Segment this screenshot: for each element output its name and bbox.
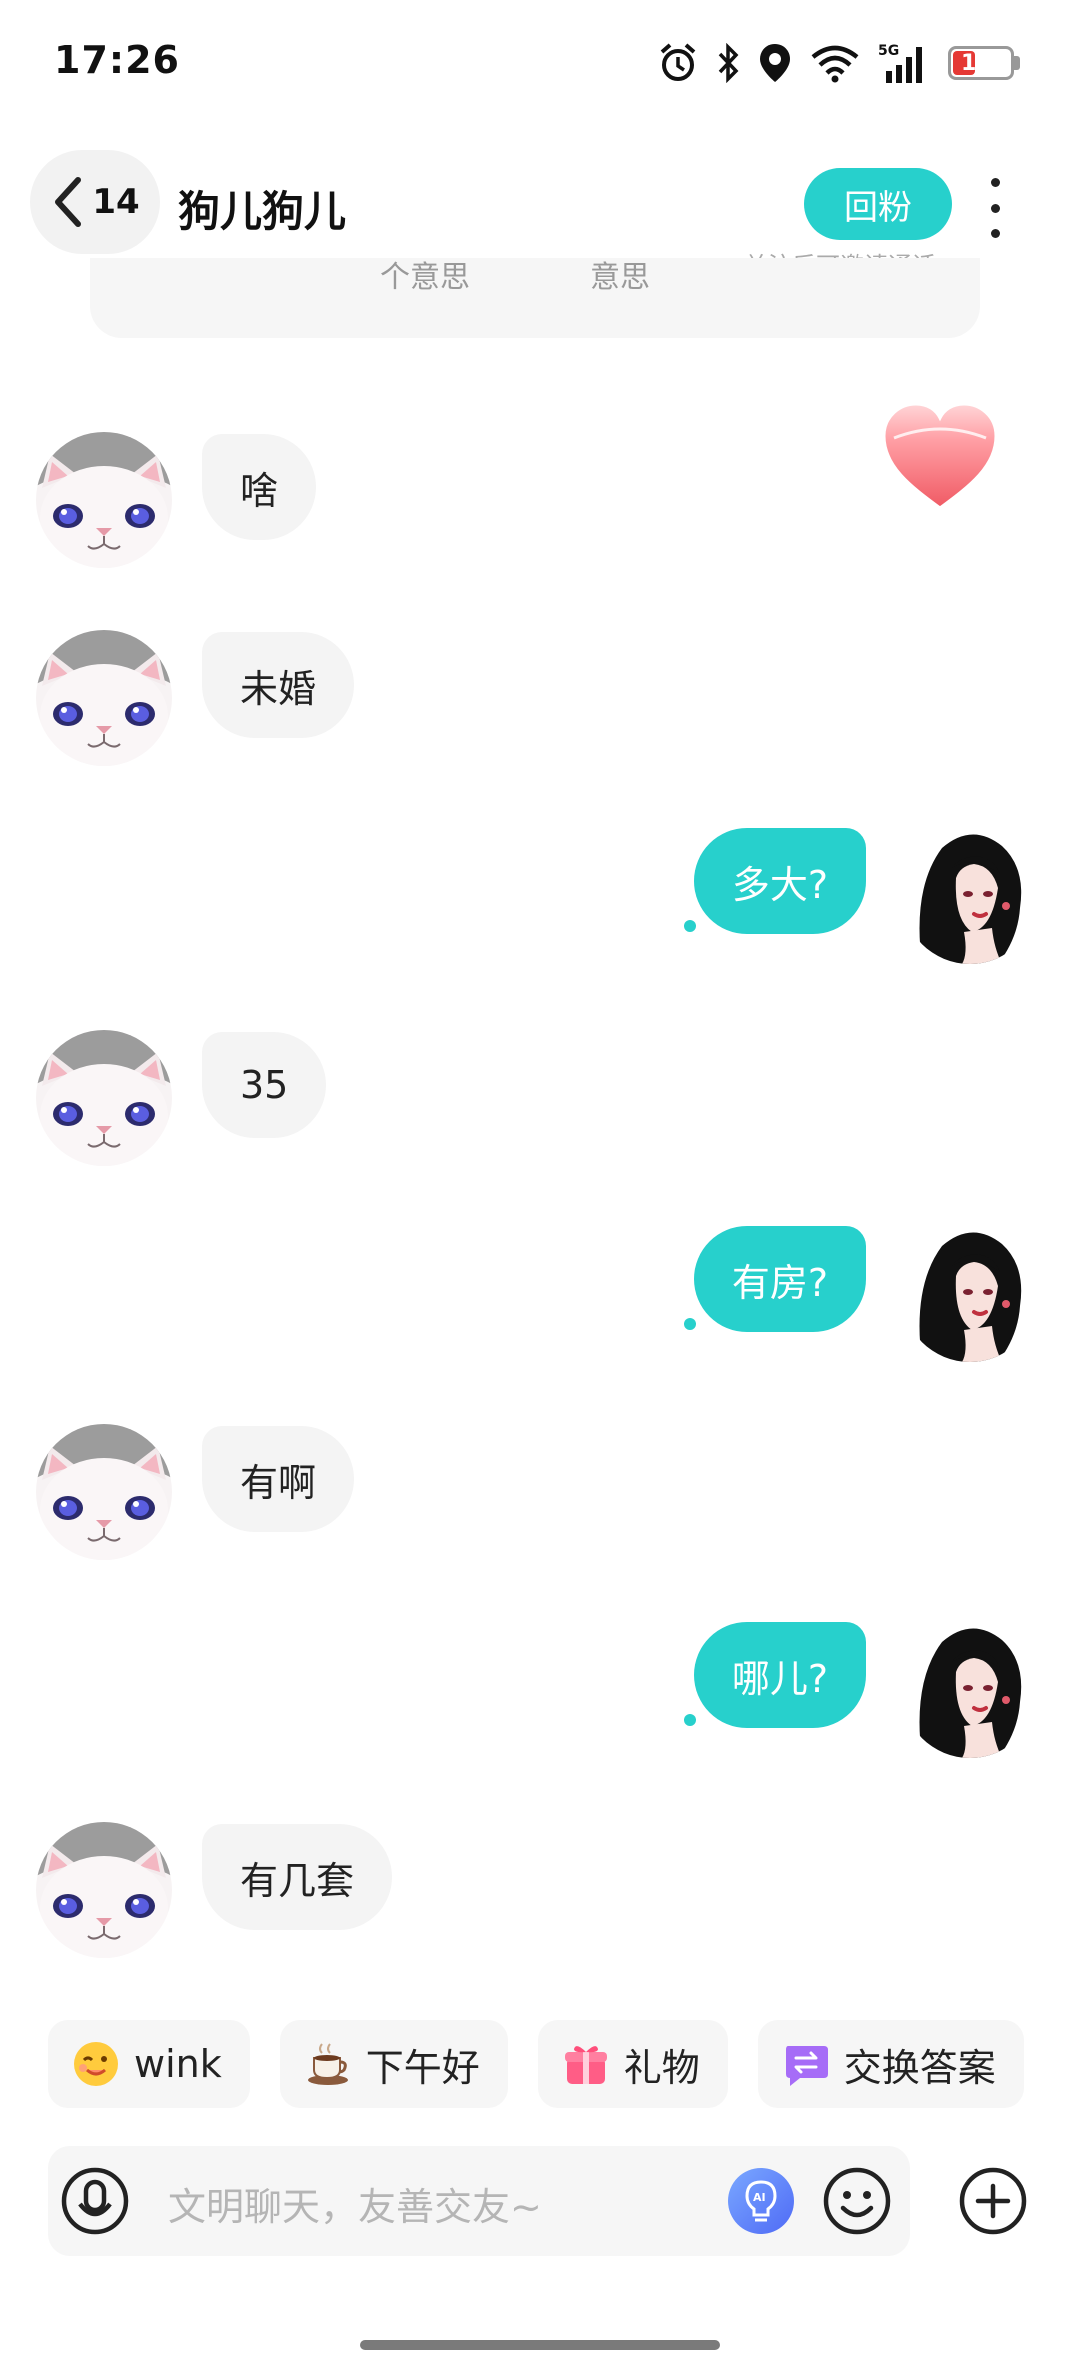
back-button[interactable]: 14 (30, 150, 160, 254)
message-bubble[interactable]: 有啊 (202, 1426, 355, 1532)
ai-lightbulb-icon: AI (745, 2180, 777, 2222)
ai-assistant-button[interactable]: AI (728, 2168, 794, 2234)
quick-reply-gift[interactable]: 礼物 (537, 2020, 728, 2108)
message-bubble[interactable]: 哪儿? (693, 1622, 866, 1728)
contact-avatar[interactable] (36, 432, 172, 568)
status-bar: 17:26 5G 18 (0, 0, 1080, 120)
battery-icon: 18 (948, 46, 1014, 80)
svg-text:AI: AI (753, 2191, 766, 2204)
message-bubble[interactable]: 35 (202, 1032, 327, 1138)
message-input-bar: 文明聊天，友善交友~ AI (48, 2146, 910, 2256)
message-bubble[interactable]: 啥 (202, 434, 317, 540)
signal-5g-icon: 5G (878, 43, 922, 83)
my-avatar[interactable] (902, 1226, 1038, 1362)
read-status-dot (684, 920, 696, 932)
status-icons: 5G 18 (658, 38, 1020, 88)
quick-reply-bar: wink 下午好 礼物 交换答案 (48, 2020, 1024, 2108)
message-bubble[interactable]: 有房? (693, 1226, 866, 1332)
bluetooth-icon (718, 43, 739, 83)
plus-icon[interactable] (958, 2166, 1028, 2236)
card-text-fragment: 意思 (590, 260, 650, 295)
message-bubble[interactable]: 有几套 (202, 1824, 393, 1930)
voice-input-icon[interactable] (60, 2166, 130, 2236)
unread-count: 14 (92, 182, 140, 222)
gift-icon (562, 2040, 610, 2088)
battery-indicator: 18 (948, 46, 1020, 80)
follow-back-button[interactable]: 回粉 (804, 168, 952, 240)
chevron-left-icon (55, 177, 82, 227)
contact-avatar[interactable] (36, 1822, 172, 1958)
dot-icon (990, 229, 1000, 238)
message-bubble[interactable]: 多大? (693, 828, 866, 934)
wink-emoji-icon (72, 2040, 120, 2088)
incoming-message: 有几套 (0, 1822, 1080, 1962)
profile-card-partial: 个意思 意思 (90, 258, 980, 338)
message-bubble[interactable]: 未婚 (202, 632, 355, 738)
quick-reply-afternoon[interactable]: 下午好 (279, 2020, 508, 2108)
alarm-icon (660, 43, 696, 81)
location-icon (760, 44, 790, 82)
emoji-icon[interactable] (822, 2166, 892, 2236)
home-indicator[interactable] (360, 2340, 720, 2350)
incoming-message: 有啊 (0, 1424, 1080, 1564)
message-input[interactable]: 文明聊天，友善交友~ (168, 2176, 542, 2231)
outgoing-message: 哪儿? (0, 1622, 1080, 1762)
incoming-message: 35 (0, 1030, 1080, 1170)
chat-header: 14 狗儿狗儿 回粉 关注后可邀请通话 (0, 150, 1080, 280)
contact-avatar[interactable] (36, 1030, 172, 1166)
exchange-icon (782, 2040, 830, 2088)
quick-reply-label: 交换答案 (843, 2045, 996, 2090)
dot-icon (990, 203, 1000, 213)
quick-reply-exchange[interactable]: 交换答案 (757, 2020, 1024, 2108)
contact-avatar[interactable] (36, 630, 172, 766)
outgoing-message: 多大? (0, 828, 1080, 968)
quick-reply-label: wink (134, 2042, 222, 2086)
my-avatar[interactable] (902, 828, 1038, 964)
my-avatar[interactable] (902, 1622, 1038, 1758)
status-time: 17:26 (54, 38, 180, 82)
quick-reply-label: 礼物 (623, 2045, 700, 2090)
more-options-button[interactable] (980, 178, 1010, 238)
quick-reply-label: 下午好 (365, 2045, 480, 2090)
coffee-cup-icon (304, 2040, 352, 2088)
quick-reply-wink[interactable]: wink (48, 2020, 250, 2108)
incoming-message: 未婚 (0, 630, 1080, 770)
contact-avatar[interactable] (36, 1424, 172, 1560)
svg-text:5G: 5G (878, 43, 899, 59)
dot-icon (990, 178, 1000, 187)
wifi-icon (811, 45, 859, 83)
card-text-fragment: 个意思 (380, 260, 470, 295)
read-status-dot (684, 1714, 696, 1726)
chat-title: 狗儿狗儿 (178, 187, 347, 236)
battery-level: 18 (961, 50, 992, 76)
outgoing-message: 有房? (0, 1226, 1080, 1366)
read-status-dot (684, 1318, 696, 1330)
incoming-message: 啥 (0, 432, 1080, 572)
